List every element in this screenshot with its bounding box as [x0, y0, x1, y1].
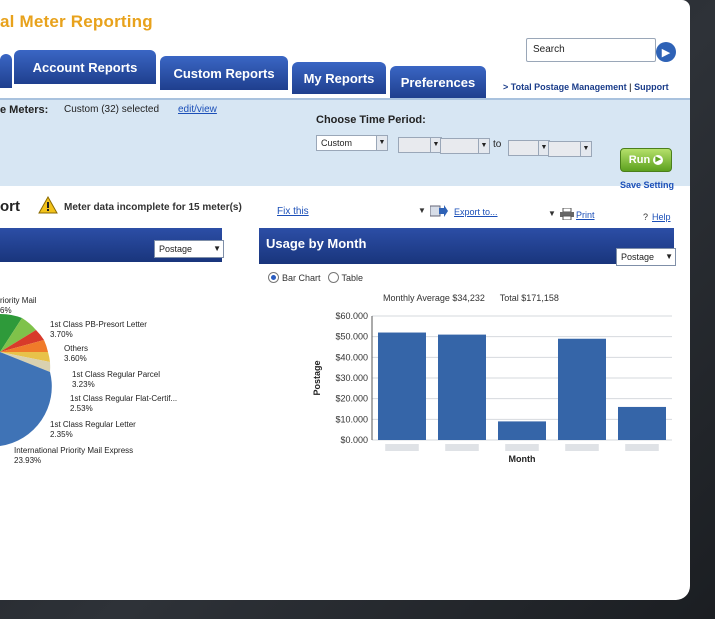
y-tick-label: $50.000 [335, 332, 368, 342]
app-screen: al Meter Reporting Search ▶ Account Repo… [0, 0, 690, 600]
x-axis-label: Month [509, 454, 536, 464]
usage-total: Total $171,158 [499, 293, 559, 303]
chevron-down-icon: ▼ [376, 136, 387, 150]
bar[interactable] [378, 332, 426, 440]
help-link[interactable]: Help [652, 212, 671, 222]
support-link[interactable]: Support [634, 82, 669, 92]
run-label: Run [628, 154, 651, 166]
usage-panel-title: Usage by Month [266, 236, 367, 251]
edit-view-link[interactable]: edit/view [178, 104, 217, 115]
tab-label: My Reports [303, 70, 375, 86]
bar[interactable] [558, 338, 606, 440]
tab-label: Custom Reports [173, 65, 275, 81]
tab-label: Preferences [400, 74, 476, 90]
link-separator: | [629, 82, 632, 92]
play-icon: ▶ [653, 155, 664, 165]
tab-my-reports[interactable]: My Reports [292, 62, 386, 94]
export-icon[interactable] [429, 204, 448, 217]
run-button[interactable]: Run ▶ [620, 148, 672, 172]
pie-label: 1st Class Regular Parcel 3.23% [72, 370, 161, 389]
total-postage-link[interactable]: > Total Postage Management [503, 82, 627, 92]
report-heading: ort [0, 198, 20, 215]
chart-type-toggle: Bar Chart Table [268, 272, 363, 283]
left-panel-metric-select[interactable]: Postage ▼ [154, 240, 224, 258]
y-axis-label: Postage [312, 360, 322, 395]
bar[interactable] [498, 421, 546, 440]
chevron-down-icon: ▼ [580, 142, 591, 156]
tab-custom-reports[interactable]: Custom Reports [160, 56, 288, 90]
print-link[interactable]: Print [576, 210, 595, 220]
bar[interactable] [438, 334, 486, 440]
chevron-down-icon: ▼ [213, 244, 221, 253]
x-tick-label [445, 444, 479, 451]
tab-preferences[interactable]: Preferences [390, 66, 486, 98]
chevron-down-icon: ▼ [478, 139, 489, 153]
warning-text: Meter data incomplete for 15 meter(s) [64, 202, 242, 213]
pie-label: 1st Class Regular Flat-Certif... 2.53% [70, 394, 178, 413]
y-tick-label: $10.000 [335, 414, 368, 424]
warning-icon [38, 195, 58, 214]
pie-label: riority Mail 6% [0, 296, 37, 315]
period-select-value: Custom [321, 138, 353, 148]
save-setting-link[interactable]: Save Setting [620, 180, 674, 190]
tab-label: Account Reports [32, 59, 138, 75]
tab-overview[interactable] [0, 54, 12, 88]
tab-account-reports[interactable]: Account Reports [14, 50, 156, 84]
pie-label: 1st Class Regular Letter 2.35% [50, 420, 136, 439]
usage-bar-chart: $0.000 $10.000 $20.000 $30.000 $40.000 $50.00… [312, 311, 672, 464]
chevron-down-icon[interactable]: ▼ [418, 206, 426, 215]
search-label: Search [533, 44, 565, 55]
y-tick-label: $20.000 [335, 394, 368, 404]
usage-metric-select[interactable]: Postage ▼ [616, 248, 676, 266]
app-title: al Meter Reporting [0, 12, 153, 31]
x-tick-label [385, 444, 419, 451]
export-link[interactable]: Export to... [454, 207, 498, 217]
period-select[interactable]: Custom ▼ [316, 135, 388, 151]
chevron-down-icon: ▼ [665, 252, 673, 261]
top-links: > Total Postage Management | Support [503, 82, 669, 92]
meters-label: e Meters: [0, 104, 49, 116]
x-tick-label [505, 444, 539, 451]
y-tick-label: $60.000 [335, 311, 368, 321]
y-tick-label: $40.000 [335, 352, 368, 362]
search-go-icon[interactable]: ▶ [656, 42, 676, 62]
start-month-select[interactable]: ▼ [398, 137, 442, 153]
to-label: to [493, 139, 502, 150]
printer-icon[interactable] [560, 207, 574, 221]
bar-chart-label: Bar Chart [282, 272, 321, 283]
end-year-select[interactable]: ▼ [548, 141, 592, 157]
x-tick-label [565, 444, 599, 451]
time-period-label: Choose Time Period: [316, 114, 426, 126]
y-tick-label: $0.000 [340, 435, 368, 445]
monthly-average: Monthly Average $34,232 [383, 293, 485, 303]
start-year-select[interactable]: ▼ [440, 138, 490, 154]
chevron-down-icon[interactable]: ▼ [548, 209, 556, 218]
pie-label: International Priority Mail Express 23.93… [14, 446, 134, 465]
end-month-select[interactable]: ▼ [508, 140, 550, 156]
pie-label: 1st Class PB-Presort Letter 3.70% [50, 320, 147, 339]
bar-chart-radio[interactable] [268, 272, 279, 283]
usage-metric-value: Postage [621, 252, 655, 262]
bar[interactable] [618, 406, 666, 440]
table-radio[interactable] [327, 272, 339, 283]
left-panel-metric-value: Postage [159, 244, 193, 254]
table-label: Table [341, 272, 364, 283]
usage-stats: Monthly Average $34,232 Total $171,158 [383, 293, 559, 303]
meters-selection: Custom (32) selected [64, 104, 160, 115]
y-tick-label: $30.000 [335, 373, 368, 383]
x-tick-label [625, 444, 659, 451]
fix-this-link[interactable]: Fix this [277, 206, 309, 217]
pie-label: Others 3.60% [64, 344, 89, 363]
help-icon: ? [643, 212, 649, 222]
